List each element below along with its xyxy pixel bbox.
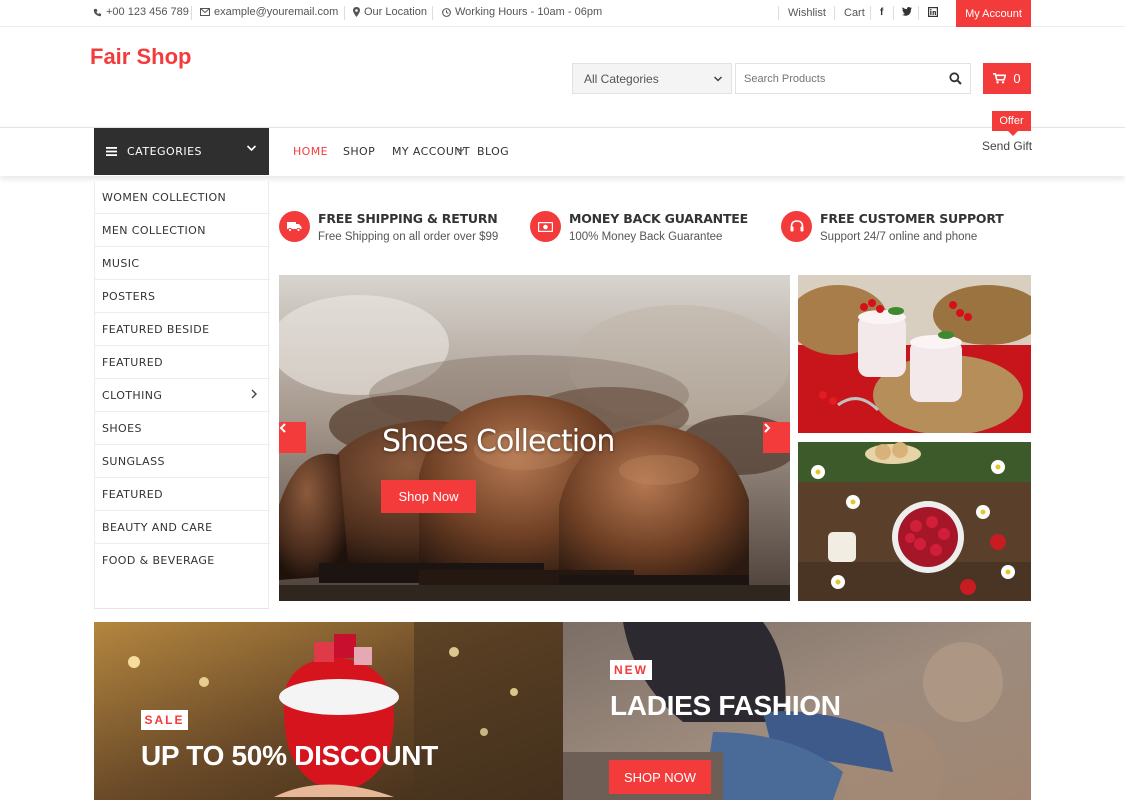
fashion-banner[interactable]: NEW LADIES FASHION SHOP NOW: [563, 622, 1031, 800]
new-tag: NEW: [610, 660, 652, 680]
slider-prev-button[interactable]: [279, 422, 306, 453]
sidebar-item-beauty-and-care[interactable]: BEAUTY AND CARE: [95, 511, 270, 544]
email-text: example@youremail.com: [214, 6, 339, 18]
sidebar-item-label: SHOES: [102, 421, 142, 435]
chevron-right-icon: [251, 389, 257, 399]
headset-icon: [781, 211, 812, 242]
sidebar-item-label: FEATURED: [102, 487, 163, 501]
location-text: Our Location: [364, 6, 427, 18]
cart-count: 0: [1013, 71, 1021, 86]
email-contact[interactable]: example@youremail.com: [200, 6, 338, 18]
sidebar-item-shoes[interactable]: SHOES: [95, 412, 270, 445]
sidebar-item-label: CLOTHING: [102, 388, 163, 402]
location-contact[interactable]: Our Location: [353, 6, 427, 18]
search-input[interactable]: [736, 64, 936, 93]
hero-slider[interactable]: Shoes Collection Shop Now: [279, 275, 790, 601]
chevron-right-icon: [764, 423, 771, 433]
chevron-down-icon: [713, 76, 723, 82]
sidebar-item-sunglass[interactable]: SUNGLASS: [95, 445, 270, 478]
sale-banner-title: UP TO 50% DISCOUNT: [141, 740, 438, 771]
chevron-left-icon: [279, 423, 286, 433]
top-bar: +00 123 456 789 example@youremail.com Ou…: [0, 0, 1125, 27]
facebook-icon[interactable]: f: [880, 7, 883, 18]
sidebar-item-label: WOMEN COLLECTION: [102, 190, 227, 204]
sidebar-item-featured-beside[interactable]: FEATURED BESIDE: [95, 313, 270, 346]
phone-text: +00 123 456 789: [106, 6, 189, 18]
search-icon[interactable]: [949, 72, 962, 85]
hours-text: Working Hours - 10am - 06pm: [455, 6, 603, 18]
shop-now-button[interactable]: SHOP NOW: [609, 760, 711, 794]
promo-image-berries[interactable]: [798, 442, 1031, 601]
chevron-down-icon: [457, 148, 465, 153]
sidebar-item-label: POSTERS: [102, 289, 156, 303]
shop-now-button[interactable]: Shop Now: [381, 480, 476, 513]
linkedin-icon[interactable]: [928, 7, 939, 20]
sidebar-item-music[interactable]: MUSIC: [95, 247, 270, 280]
sidebar-item-label: BEAUTY AND CARE: [102, 520, 213, 534]
slide-title: Shoes Collection: [382, 424, 615, 459]
feature-title: FREE SHIPPING & RETURN: [318, 211, 498, 226]
sidebar-item-food-beverage[interactable]: FOOD & BEVERAGE: [95, 544, 270, 577]
categories-toggle[interactable]: CATEGORIES: [94, 128, 269, 175]
nav-blog[interactable]: BLOG: [477, 145, 509, 158]
sidebar-item-posters[interactable]: POSTERS: [95, 280, 270, 313]
sale-banner[interactable]: SALE UP TO 50% DISCOUNT: [94, 622, 563, 800]
map-marker-icon: [353, 7, 360, 17]
sidebar-item-label: FOOD & BEVERAGE: [102, 554, 215, 567]
sidebar-item-label: MEN COLLECTION: [102, 223, 206, 237]
cart-button[interactable]: 0: [983, 63, 1031, 94]
menu-icon: [106, 147, 117, 156]
search-box: [735, 63, 971, 94]
sidebar-item-label: SUNGLASS: [102, 454, 165, 468]
feature-title: MONEY BACK GUARANTEE: [569, 211, 748, 226]
sidebar-item-men-collection[interactable]: MEN COLLECTION: [95, 214, 270, 247]
categories-label: CATEGORIES: [127, 145, 203, 158]
phone-icon: [93, 8, 102, 16]
feature-title: FREE CUSTOMER SUPPORT: [820, 211, 1004, 226]
sidebar-item-featured[interactable]: FEATURED: [95, 346, 270, 379]
sale-tag: SALE: [141, 710, 188, 730]
sidebar-item-clothing[interactable]: CLOTHING: [95, 379, 270, 412]
sidebar-item-featured-2[interactable]: FEATURED: [95, 478, 270, 511]
wishlist-link[interactable]: Wishlist: [788, 7, 826, 19]
cart-link[interactable]: Cart: [844, 7, 865, 19]
offer-badge: Offer: [992, 111, 1031, 136]
shopping-cart-icon: [993, 73, 1007, 84]
nav-shop[interactable]: SHOP: [343, 145, 375, 158]
send-gift-link[interactable]: Send Gift: [982, 139, 1032, 153]
clock-icon: [442, 7, 451, 17]
category-select-value: All Categories: [584, 71, 659, 86]
envelope-icon: [200, 8, 210, 16]
slider-next-button[interactable]: [763, 422, 790, 453]
feature-subtitle: Support 24/7 online and phone: [820, 231, 978, 243]
money-icon: [530, 211, 561, 242]
phone-contact: +00 123 456 789: [93, 6, 189, 18]
feature-subtitle: Free Shipping on all order over $99: [318, 231, 499, 243]
sidebar-item-women-collection[interactable]: WOMEN COLLECTION: [95, 181, 270, 214]
feature-subtitle: 100% Money Back Guarantee: [569, 231, 723, 243]
truck-icon: [279, 211, 310, 242]
sidebar-item-label: MUSIC: [102, 256, 140, 270]
category-sidebar: WOMEN COLLECTION MEN COLLECTION MUSIC PO…: [94, 181, 270, 609]
sidebar-item-label: FEATURED BESIDE: [102, 322, 210, 336]
chevron-down-icon: [246, 145, 257, 152]
sidebar-item-label: FEATURED: [102, 355, 163, 369]
promo-image-smoothies[interactable]: [798, 275, 1031, 433]
twitter-icon[interactable]: [902, 7, 912, 19]
fashion-banner-title: LADIES FASHION: [610, 690, 841, 721]
category-select[interactable]: All Categories: [572, 63, 732, 94]
site-logo[interactable]: Fair Shop: [90, 44, 191, 70]
my-account-button[interactable]: My Account: [956, 0, 1031, 27]
nav-home[interactable]: HOME: [293, 145, 328, 158]
working-hours: Working Hours - 10am - 06pm: [442, 6, 602, 18]
